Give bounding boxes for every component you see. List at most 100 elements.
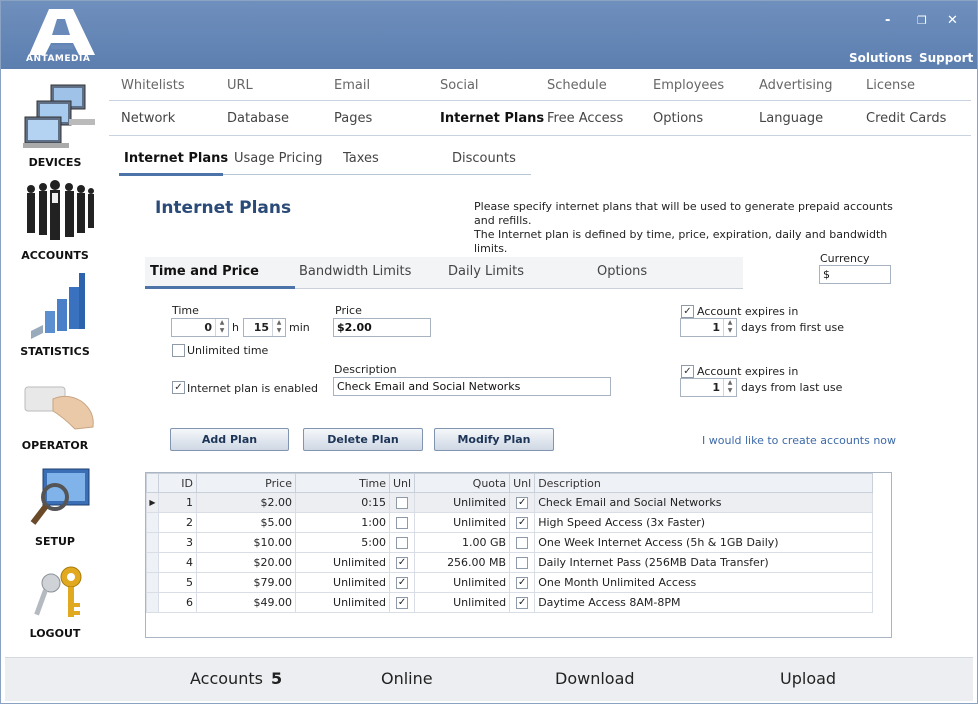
- tab-usage-pricing[interactable]: Usage Pricing: [234, 151, 322, 166]
- menu-database[interactable]: Database: [227, 111, 289, 126]
- menu-language[interactable]: Language: [759, 111, 823, 126]
- expires-label: Account expires in: [697, 365, 799, 378]
- table-row[interactable]: 6 $49.00 Unlimited ✓ Unlimited ✓ Daytime Acces…: [146, 592, 873, 613]
- row-selector: [146, 592, 159, 613]
- subtabs: Internet Plans Usage Pricing Taxes Disco…: [119, 145, 531, 176]
- table-row[interactable]: 3 $10.00 5:00 1.00 GB One Week Internet Acce…: [146, 532, 873, 553]
- menu-url[interactable]: URL: [227, 78, 253, 93]
- cell-time: 0:15: [295, 492, 390, 513]
- menu-employees[interactable]: Employees: [653, 78, 724, 93]
- column-header-time[interactable]: Time: [295, 473, 390, 493]
- column-header-quota-unlimited[interactable]: Unl: [509, 473, 536, 493]
- column-header-price[interactable]: Price: [196, 473, 296, 493]
- upload-label: Upload: [780, 669, 837, 688]
- tab-time-and-price[interactable]: Time and Price: [150, 264, 259, 279]
- currency-field[interactable]: $: [819, 265, 891, 284]
- menu-free-access[interactable]: Free Access: [547, 111, 623, 126]
- expires-first-use-stepper[interactable]: 1 ▲ ▼: [680, 318, 737, 337]
- online-label: Online: [381, 669, 433, 688]
- column-header-id[interactable]: ID: [158, 473, 197, 493]
- unlimited-checkbox[interactable]: ✓: [516, 517, 529, 529]
- spinner-arrows-icon[interactable]: ▲ ▼: [215, 319, 228, 336]
- sidebar-item-setup[interactable]: SETUP: [1, 465, 109, 557]
- spinner-arrows-icon[interactable]: ▲ ▼: [723, 379, 736, 396]
- menu-advertising[interactable]: Advertising: [759, 78, 833, 93]
- maximize-button[interactable]: ❐: [917, 14, 927, 27]
- support-link[interactable]: Support: [919, 51, 973, 65]
- tab-bandwidth-limits[interactable]: Bandwidth Limits: [299, 264, 411, 279]
- cell-quota: Unlimited: [414, 512, 511, 533]
- accounts-icon: [27, 180, 94, 240]
- sidebar-item-operator[interactable]: OPERATOR: [1, 369, 109, 459]
- menu-internet-plans[interactable]: Internet Plans: [440, 111, 544, 126]
- expires-first-use-checkbox[interactable]: ✓: [681, 305, 694, 318]
- solutions-link[interactable]: Solutions: [849, 51, 912, 65]
- cell-quota: Unlimited: [414, 592, 511, 613]
- tab-daily-limits[interactable]: Daily Limits: [448, 264, 524, 279]
- unlimited-checkbox[interactable]: ✓: [516, 597, 529, 609]
- settings-menu-row1: Whitelists URL Email Social Schedule Emp…: [109, 69, 971, 101]
- unlimited-checkbox[interactable]: [396, 537, 409, 549]
- table-row[interactable]: 2 $5.00 1:00 Unlimited ✓ High Speed Access (3…: [146, 512, 873, 533]
- sidebar-item-label: ACCOUNTS: [21, 249, 89, 262]
- settings-menu-row2: Network Database Pages Internet Plans Fr…: [109, 102, 971, 136]
- hours-stepper[interactable]: 0 ▲ ▼: [171, 318, 229, 337]
- cell-price: $2.00: [196, 492, 296, 513]
- menu-pages[interactable]: Pages: [334, 111, 372, 126]
- plan-enabled-label: Internet plan is enabled: [187, 382, 318, 395]
- cell-price: $5.00: [196, 512, 296, 533]
- spinner-arrows-icon[interactable]: ▲ ▼: [723, 319, 736, 336]
- unlimited-checkbox[interactable]: [516, 537, 529, 549]
- unlimited-checkbox[interactable]: [396, 517, 409, 529]
- table-row[interactable]: 4 $20.00 Unlimited ✓ 256.00 MB Daily Internet…: [146, 552, 873, 573]
- sidebar-item-statistics[interactable]: STATISTICS: [1, 271, 109, 363]
- price-field[interactable]: $2.00: [333, 318, 431, 337]
- delete-plan-button[interactable]: Delete Plan: [303, 428, 423, 451]
- unlimited-checkbox[interactable]: [516, 557, 529, 569]
- unlimited-time-checkbox[interactable]: [172, 344, 185, 357]
- sidebar-item-logout[interactable]: LOGOUT: [1, 563, 109, 641]
- plan-enabled-checkbox[interactable]: ✓: [172, 381, 185, 394]
- menu-network[interactable]: Network: [121, 111, 175, 126]
- unlimited-checkbox[interactable]: ✓: [396, 557, 409, 569]
- unlimited-checkbox[interactable]: ✓: [396, 597, 409, 609]
- create-accounts-link[interactable]: I would like to create accounts now: [702, 434, 896, 447]
- minutes-stepper[interactable]: 15 ▲ ▼: [243, 318, 286, 337]
- menu-social[interactable]: Social: [440, 78, 479, 93]
- expires-last-use-stepper[interactable]: 1 ▲ ▼: [680, 378, 737, 397]
- description-field[interactable]: Check Email and Social Networks: [333, 377, 611, 396]
- cell-time: Unlimited: [295, 572, 390, 593]
- menu-whitelists[interactable]: Whitelists: [121, 78, 185, 93]
- add-plan-button[interactable]: Add Plan: [170, 428, 289, 451]
- tab-taxes[interactable]: Taxes: [343, 151, 379, 166]
- plan-editor-tabs: Time and Price Bandwidth Limits Daily Li…: [145, 257, 743, 289]
- menu-credit-cards[interactable]: Credit Cards: [866, 111, 946, 126]
- modify-plan-button[interactable]: Modify Plan: [434, 428, 554, 451]
- column-header-quota[interactable]: Quota: [414, 473, 511, 493]
- tab-options[interactable]: Options: [597, 264, 647, 279]
- minimize-button[interactable]: -: [885, 13, 890, 28]
- hours-unit: h: [232, 321, 239, 334]
- unlimited-checkbox[interactable]: [396, 497, 409, 509]
- menu-options[interactable]: Options: [653, 111, 703, 126]
- row-selector: [146, 512, 159, 533]
- sidebar-item-accounts[interactable]: ACCOUNTS: [1, 177, 109, 267]
- menu-license[interactable]: License: [866, 78, 915, 93]
- table-row[interactable]: 5 $79.00 Unlimited ✓ Unlimited ✓ One Month Unl…: [146, 572, 873, 593]
- unlimited-checkbox[interactable]: ✓: [516, 577, 529, 589]
- expires-last-use-checkbox[interactable]: ✓: [681, 365, 694, 378]
- column-header-description[interactable]: Description: [534, 473, 873, 493]
- keys-icon: [34, 566, 82, 617]
- tab-internet-plans[interactable]: Internet Plans: [124, 151, 228, 166]
- menu-schedule[interactable]: Schedule: [547, 78, 607, 93]
- title-bar: ANTAMEDIA - ❐ ✕ Solutions Support: [1, 1, 977, 69]
- menu-email[interactable]: Email: [334, 78, 370, 93]
- unlimited-checkbox[interactable]: ✓: [396, 577, 409, 589]
- close-button[interactable]: ✕: [947, 13, 958, 28]
- sidebar-item-devices[interactable]: DEVICES: [1, 79, 109, 171]
- column-header-time-unlimited[interactable]: Unl: [388, 473, 416, 493]
- table-row[interactable]: ▶ 1 $2.00 0:15 Unlimited ✓ Check Email and Soc…: [146, 492, 873, 513]
- spinner-arrows-icon[interactable]: ▲ ▼: [272, 319, 285, 336]
- unlimited-checkbox[interactable]: ✓: [516, 497, 529, 509]
- tab-discounts[interactable]: Discounts: [452, 151, 516, 166]
